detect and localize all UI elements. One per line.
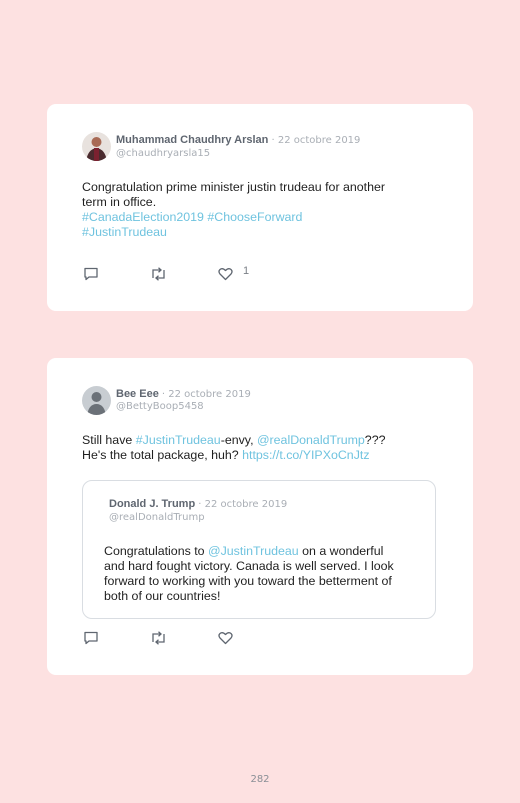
hashtag-link[interactable]: #ChooseForward	[207, 210, 302, 224]
tweet-date[interactable]: · 22 octobre 2019	[162, 389, 251, 400]
quoted-text-line: and hard fought victory. Canada is well …	[104, 559, 394, 573]
tweet-text-segment: -envy,	[220, 433, 257, 447]
tweet-card[interactable]: Bee Eee · 22 octobre 2019 @BettyBoop5458…	[47, 358, 473, 675]
tweet-text-segment: Still have	[82, 433, 136, 447]
quoted-text-line: both of our countries!	[104, 589, 221, 603]
retweet-icon[interactable]	[150, 631, 167, 650]
avatar[interactable]	[82, 386, 111, 415]
author-handle[interactable]: @chaudhryarsla15	[116, 148, 210, 159]
retweet-icon[interactable]	[150, 267, 167, 286]
hashtag-link[interactable]: #CanadaElection2019	[82, 210, 204, 224]
quoted-text-line: forward to working with you toward the b…	[104, 574, 392, 588]
tweet-date[interactable]: · 22 octobre 2019	[271, 135, 360, 146]
quoted-author-name[interactable]: Donald J. Trump	[109, 498, 195, 510]
tweet-text: Congratulation prime minister justin tru…	[82, 180, 427, 240]
url-link[interactable]: https://t.co/YIPXoCnJtz	[242, 448, 369, 462]
hashtag-link[interactable]: #JustinTrudeau	[82, 225, 167, 239]
like-count: 1	[243, 265, 250, 277]
quoted-text-segment: Congratulations to	[104, 544, 209, 558]
tweet-text-segment: ???	[364, 433, 386, 447]
quoted-text-segment: on a wonderful	[298, 544, 384, 558]
tweet-text-segment: He's the total package, huh?	[82, 448, 243, 462]
reply-icon[interactable]	[83, 267, 99, 286]
quoted-author-line: Donald J. Trump · 22 octobre 2019	[109, 498, 287, 510]
author-line: Muhammad Chaudhry Arslan · 22 octobre 20…	[116, 134, 360, 146]
author-line: Bee Eee · 22 octobre 2019	[116, 388, 251, 400]
mention-link[interactable]: @realDonaldTrump	[257, 433, 365, 447]
tweet-text-line: Congratulation prime minister justin tru…	[82, 180, 386, 194]
avatar[interactable]	[82, 132, 111, 161]
hashtag-link[interactable]: #JustinTrudeau	[136, 433, 221, 447]
author-handle[interactable]: @BettyBoop5458	[116, 401, 204, 412]
like-icon[interactable]	[218, 267, 233, 286]
page-number: 282	[250, 774, 270, 785]
like-icon[interactable]	[218, 631, 233, 650]
author-name[interactable]: Muhammad Chaudhry Arslan	[116, 134, 268, 146]
quoted-tweet-date[interactable]: · 22 octobre 2019	[198, 499, 287, 510]
quoted-tweet[interactable]: Donald J. Trump · 22 octobre 2019 @realD…	[82, 480, 436, 619]
reply-icon[interactable]	[83, 631, 99, 650]
tweet-card[interactable]: Muhammad Chaudhry Arslan · 22 octobre 20…	[47, 104, 473, 311]
author-name[interactable]: Bee Eee	[116, 388, 159, 400]
tweet-text: Still have #JustinTrudeau-envy, @realDon…	[82, 433, 427, 463]
quoted-author-handle[interactable]: @realDonaldTrump	[109, 512, 205, 523]
quoted-tweet-text: Congratulations to @JustinTrudeau on a w…	[104, 544, 429, 604]
mention-link[interactable]: @JustinTrudeau	[208, 544, 299, 558]
tweet-text-line: term in office.	[82, 195, 157, 209]
